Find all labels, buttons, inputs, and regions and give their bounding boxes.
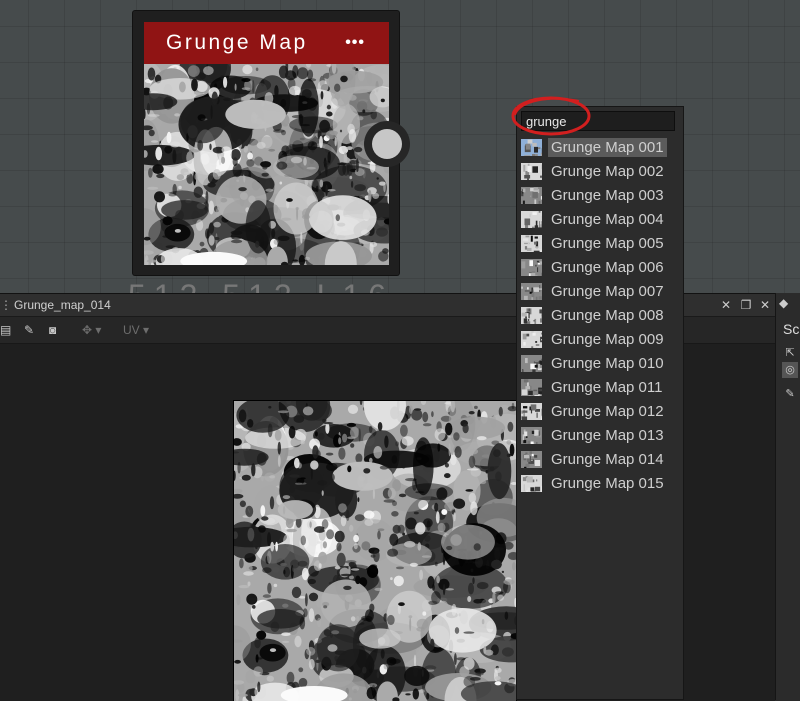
result-thumbnail — [521, 211, 542, 228]
grip-icon[interactable]: ⋮ — [0, 298, 10, 312]
node-output-connector[interactable] — [364, 121, 410, 167]
search-result-item[interactable]: Grunge Map 013 — [517, 423, 683, 447]
search-result-item[interactable]: Grunge Map 008 — [517, 303, 683, 327]
result-label: Grunge Map 013 — [548, 426, 667, 445]
restore-icon[interactable]: ❐ — [738, 297, 754, 313]
pin-icon[interactable]: ✕ — [718, 297, 734, 313]
result-thumbnail — [521, 187, 542, 204]
viewer-tab-title: Grunge_map_014 — [14, 298, 111, 312]
search-result-item[interactable]: Grunge Map 007 — [517, 279, 683, 303]
node-thumbnail — [144, 64, 389, 265]
camera-icon[interactable]: ◎ — [782, 362, 798, 378]
search-result-item[interactable]: Grunge Map 001 — [517, 135, 683, 159]
uv-dropdown[interactable]: UV ▾ — [123, 322, 149, 338]
search-result-item[interactable]: Grunge Map 009 — [517, 327, 683, 351]
result-label: Grunge Map 005 — [548, 234, 667, 253]
result-thumbnail — [521, 355, 542, 372]
search-result-item[interactable]: Grunge Map 005 — [517, 231, 683, 255]
pen-icon[interactable]: ✎ — [782, 386, 798, 402]
result-label: Grunge Map 015 — [548, 474, 667, 493]
result-label: Grunge Map 012 — [548, 402, 667, 421]
camera-icon[interactable]: ◙ — [49, 322, 56, 338]
search-result-item[interactable]: Grunge Map 010 — [517, 351, 683, 375]
dock-tab-icon[interactable]: ◆ — [779, 296, 788, 310]
result-label: Grunge Map 004 — [548, 210, 667, 229]
result-label: Grunge Map 014 — [548, 450, 667, 469]
result-label: Grunge Map 002 — [548, 162, 667, 181]
result-label: Grunge Map 009 — [548, 330, 667, 349]
node-title: Grunge Map — [166, 31, 308, 55]
result-thumbnail — [521, 403, 542, 420]
result-thumbnail — [521, 331, 542, 348]
search-result-item[interactable]: Grunge Map 006 — [517, 255, 683, 279]
result-label: Grunge Map 011 — [548, 378, 665, 397]
result-label: Grunge Map 008 — [548, 306, 667, 325]
result-thumbnail — [521, 379, 542, 396]
dock-label: Sce — [783, 321, 800, 337]
close-icon[interactable]: ✕ — [757, 297, 773, 313]
search-result-item[interactable]: Grunge Map 003 — [517, 183, 683, 207]
node-header[interactable]: Grunge Map ••• — [144, 22, 389, 64]
right-dock: ◆ Sce ⇱ ◎ ✎ — [775, 293, 800, 700]
result-thumbnail — [521, 427, 542, 444]
result-thumbnail — [521, 139, 542, 156]
result-label: Grunge Map 001 — [548, 138, 667, 157]
result-label: Grunge Map 003 — [548, 186, 667, 205]
viewer-tab[interactable]: ⋮ Grunge_map_014 — [0, 294, 111, 316]
search-result-item[interactable]: Grunge Map 011 — [517, 375, 683, 399]
ellipsis-icon[interactable]: ••• — [345, 34, 365, 52]
search-input[interactable] — [521, 111, 675, 131]
texture-preview-image — [234, 401, 516, 701]
layers-icon[interactable]: ▤ — [0, 322, 11, 338]
export-icon[interactable]: ⇱ — [782, 345, 798, 361]
result-thumbnail — [521, 259, 542, 276]
uv-label: UV — [123, 323, 140, 337]
search-result-item[interactable]: Grunge Map 014 — [517, 447, 683, 471]
result-thumbnail — [521, 163, 542, 180]
grunge-map-node[interactable]: Grunge Map ••• — [133, 11, 399, 275]
move-icon[interactable]: ✥ ▾ — [82, 322, 101, 338]
result-label: Grunge Map 010 — [548, 354, 667, 373]
result-thumbnail — [521, 451, 542, 468]
result-thumbnail — [521, 283, 542, 300]
resource-search-popup: Grunge Map 001 Grunge Map 002 Grunge Map 0… — [516, 106, 684, 700]
edit-icon[interactable]: ✎ — [24, 322, 34, 338]
search-result-item[interactable]: Grunge Map 012 — [517, 399, 683, 423]
result-thumbnail — [521, 235, 542, 252]
search-result-item[interactable]: Grunge Map 002 — [517, 159, 683, 183]
result-thumbnail — [521, 475, 542, 492]
search-result-item[interactable]: Grunge Map 015 — [517, 471, 683, 495]
search-results-list: Grunge Map 001 Grunge Map 002 Grunge Map 0… — [517, 135, 683, 495]
result-label: Grunge Map 006 — [548, 258, 667, 277]
node-resolution-label: 512 512 L16 — [128, 278, 394, 293]
result-label: Grunge Map 007 — [548, 282, 667, 301]
result-thumbnail — [521, 307, 542, 324]
search-result-item[interactable]: Grunge Map 004 — [517, 207, 683, 231]
